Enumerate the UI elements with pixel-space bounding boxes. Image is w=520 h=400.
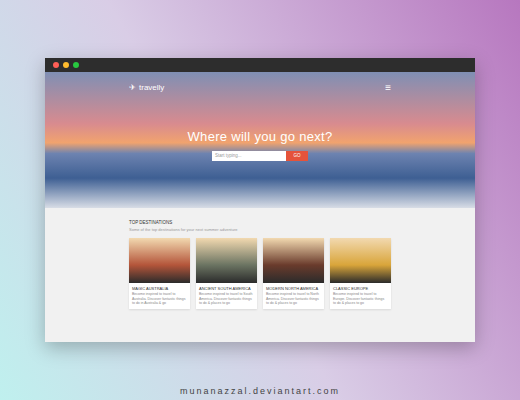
- hero-heading: Where will you go next?: [129, 130, 391, 143]
- footer-credit: munanazzal.deviantart.com: [180, 385, 340, 399]
- destination-card[interactable]: MAGIC AUSTRALIABecome inspired to travel…: [129, 238, 190, 310]
- destination-title: MAGIC AUSTRALIA: [132, 286, 187, 291]
- destination-grid: MAGIC AUSTRALIABecome inspired to travel…: [129, 238, 391, 310]
- destination-photo: [330, 238, 391, 283]
- section-subtitle: Some of the top destinations for your ne…: [129, 227, 391, 232]
- content: TOP DESTINATIONSSome of the top destinat…: [45, 208, 475, 342]
- plane-icon: ✈: [129, 84, 136, 92]
- hero-nav: ✈travelly ≡: [129, 83, 391, 93]
- destination-title: MODERN NORTH AMERICA: [266, 286, 321, 291]
- destination-photo: [129, 238, 190, 283]
- destination-card[interactable]: CLASSIC EUROPEBecome inspired to travel …: [330, 238, 391, 310]
- title-bar: [45, 58, 475, 72]
- destination-description: Become inspired to travel to Europe. Dis…: [333, 292, 388, 305]
- go-button[interactable]: GO: [286, 151, 308, 161]
- destination-photo: [196, 238, 257, 283]
- window-dot[interactable]: [73, 62, 79, 68]
- page: ✈travelly ≡ Where will you go next? Start t…: [0, 0, 520, 400]
- hero: ✈travelly ≡ Where will you go next? Start t…: [45, 72, 475, 208]
- destination-description: Become inspired to travel to South Ameri…: [199, 292, 254, 305]
- search-input[interactable]: Start typing...: [212, 151, 286, 161]
- destination-description: Become inspired to travel to Australia. …: [132, 292, 187, 305]
- window-dot[interactable]: [63, 62, 69, 68]
- destination-title: CLASSIC EUROPE: [333, 286, 388, 291]
- browser-window: ✈travelly ≡ Where will you go next? Start t…: [45, 58, 475, 342]
- logo[interactable]: ✈travelly: [129, 84, 164, 92]
- destination-description: Become inspired to travel to North Ameri…: [266, 292, 321, 305]
- search-row: Start typing...GO: [129, 151, 391, 161]
- destination-title: ANCIENT SOUTH AMERICA: [199, 286, 254, 291]
- destination-card[interactable]: MODERN NORTH AMERICABecome inspired to t…: [263, 238, 324, 310]
- destination-card[interactable]: ANCIENT SOUTH AMERICABecome inspired to …: [196, 238, 257, 310]
- destination-photo: [263, 238, 324, 283]
- window-dot[interactable]: [53, 62, 59, 68]
- menu-icon[interactable]: ≡: [385, 83, 391, 93]
- section-title: TOP DESTINATIONS: [129, 220, 391, 226]
